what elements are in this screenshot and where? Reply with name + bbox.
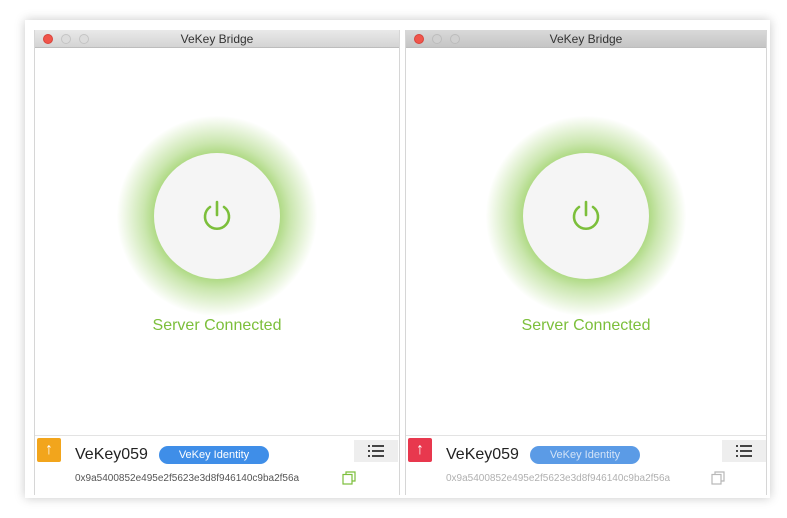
account-name: VeKey059 (75, 446, 148, 463)
title-bar[interactable]: VeKey Bridge (35, 30, 399, 48)
window-title: VeKey Bridge (549, 32, 623, 46)
identity-badge[interactable]: VeKey Identity (159, 446, 269, 464)
wallet-address: 0x9a5400852e495e2f5623e3d8f946140c9ba2f5… (75, 473, 300, 484)
list-menu-button[interactable] (722, 440, 766, 462)
vekey-bridge-window-left: VeKey Bridge Server Connected ↑ VeKey059… (34, 30, 400, 495)
list-menu-button[interactable] (354, 440, 398, 462)
title-bar[interactable]: VeKey Bridge (406, 30, 766, 48)
power-icon (203, 200, 231, 230)
vekey-bridge-window-right: VeKey Bridge Server Connected ↑ VeKey059… (405, 30, 767, 495)
connection-status: Server Connected (521, 317, 651, 334)
window-title: VeKey Bridge (180, 32, 254, 46)
account-name: VeKey059 (446, 446, 519, 463)
power-button[interactable] (523, 153, 649, 279)
copy-icon (342, 471, 356, 485)
upload-arrow-badge: ↑ (408, 438, 432, 462)
identity-badge[interactable]: VeKey Identity (530, 446, 640, 464)
upload-arrow-badge: ↑ (37, 438, 61, 462)
power-button[interactable] (154, 153, 280, 279)
copy-address-button[interactable] (711, 471, 725, 485)
account-footer: ↑ VeKey059 VeKey Identity 0x9a5400852e49… (406, 435, 766, 495)
copy-icon (711, 471, 725, 485)
list-icon (736, 445, 752, 457)
copy-address-button[interactable] (342, 471, 356, 485)
power-icon (572, 200, 600, 230)
connection-status: Server Connected (152, 317, 282, 334)
account-footer: ↑ VeKey059 VeKey Identity 0x9a5400852e49… (35, 435, 399, 495)
list-icon (368, 445, 384, 457)
wallet-address: 0x9a5400852e495e2f5623e3d8f946140c9ba2f5… (446, 473, 671, 484)
